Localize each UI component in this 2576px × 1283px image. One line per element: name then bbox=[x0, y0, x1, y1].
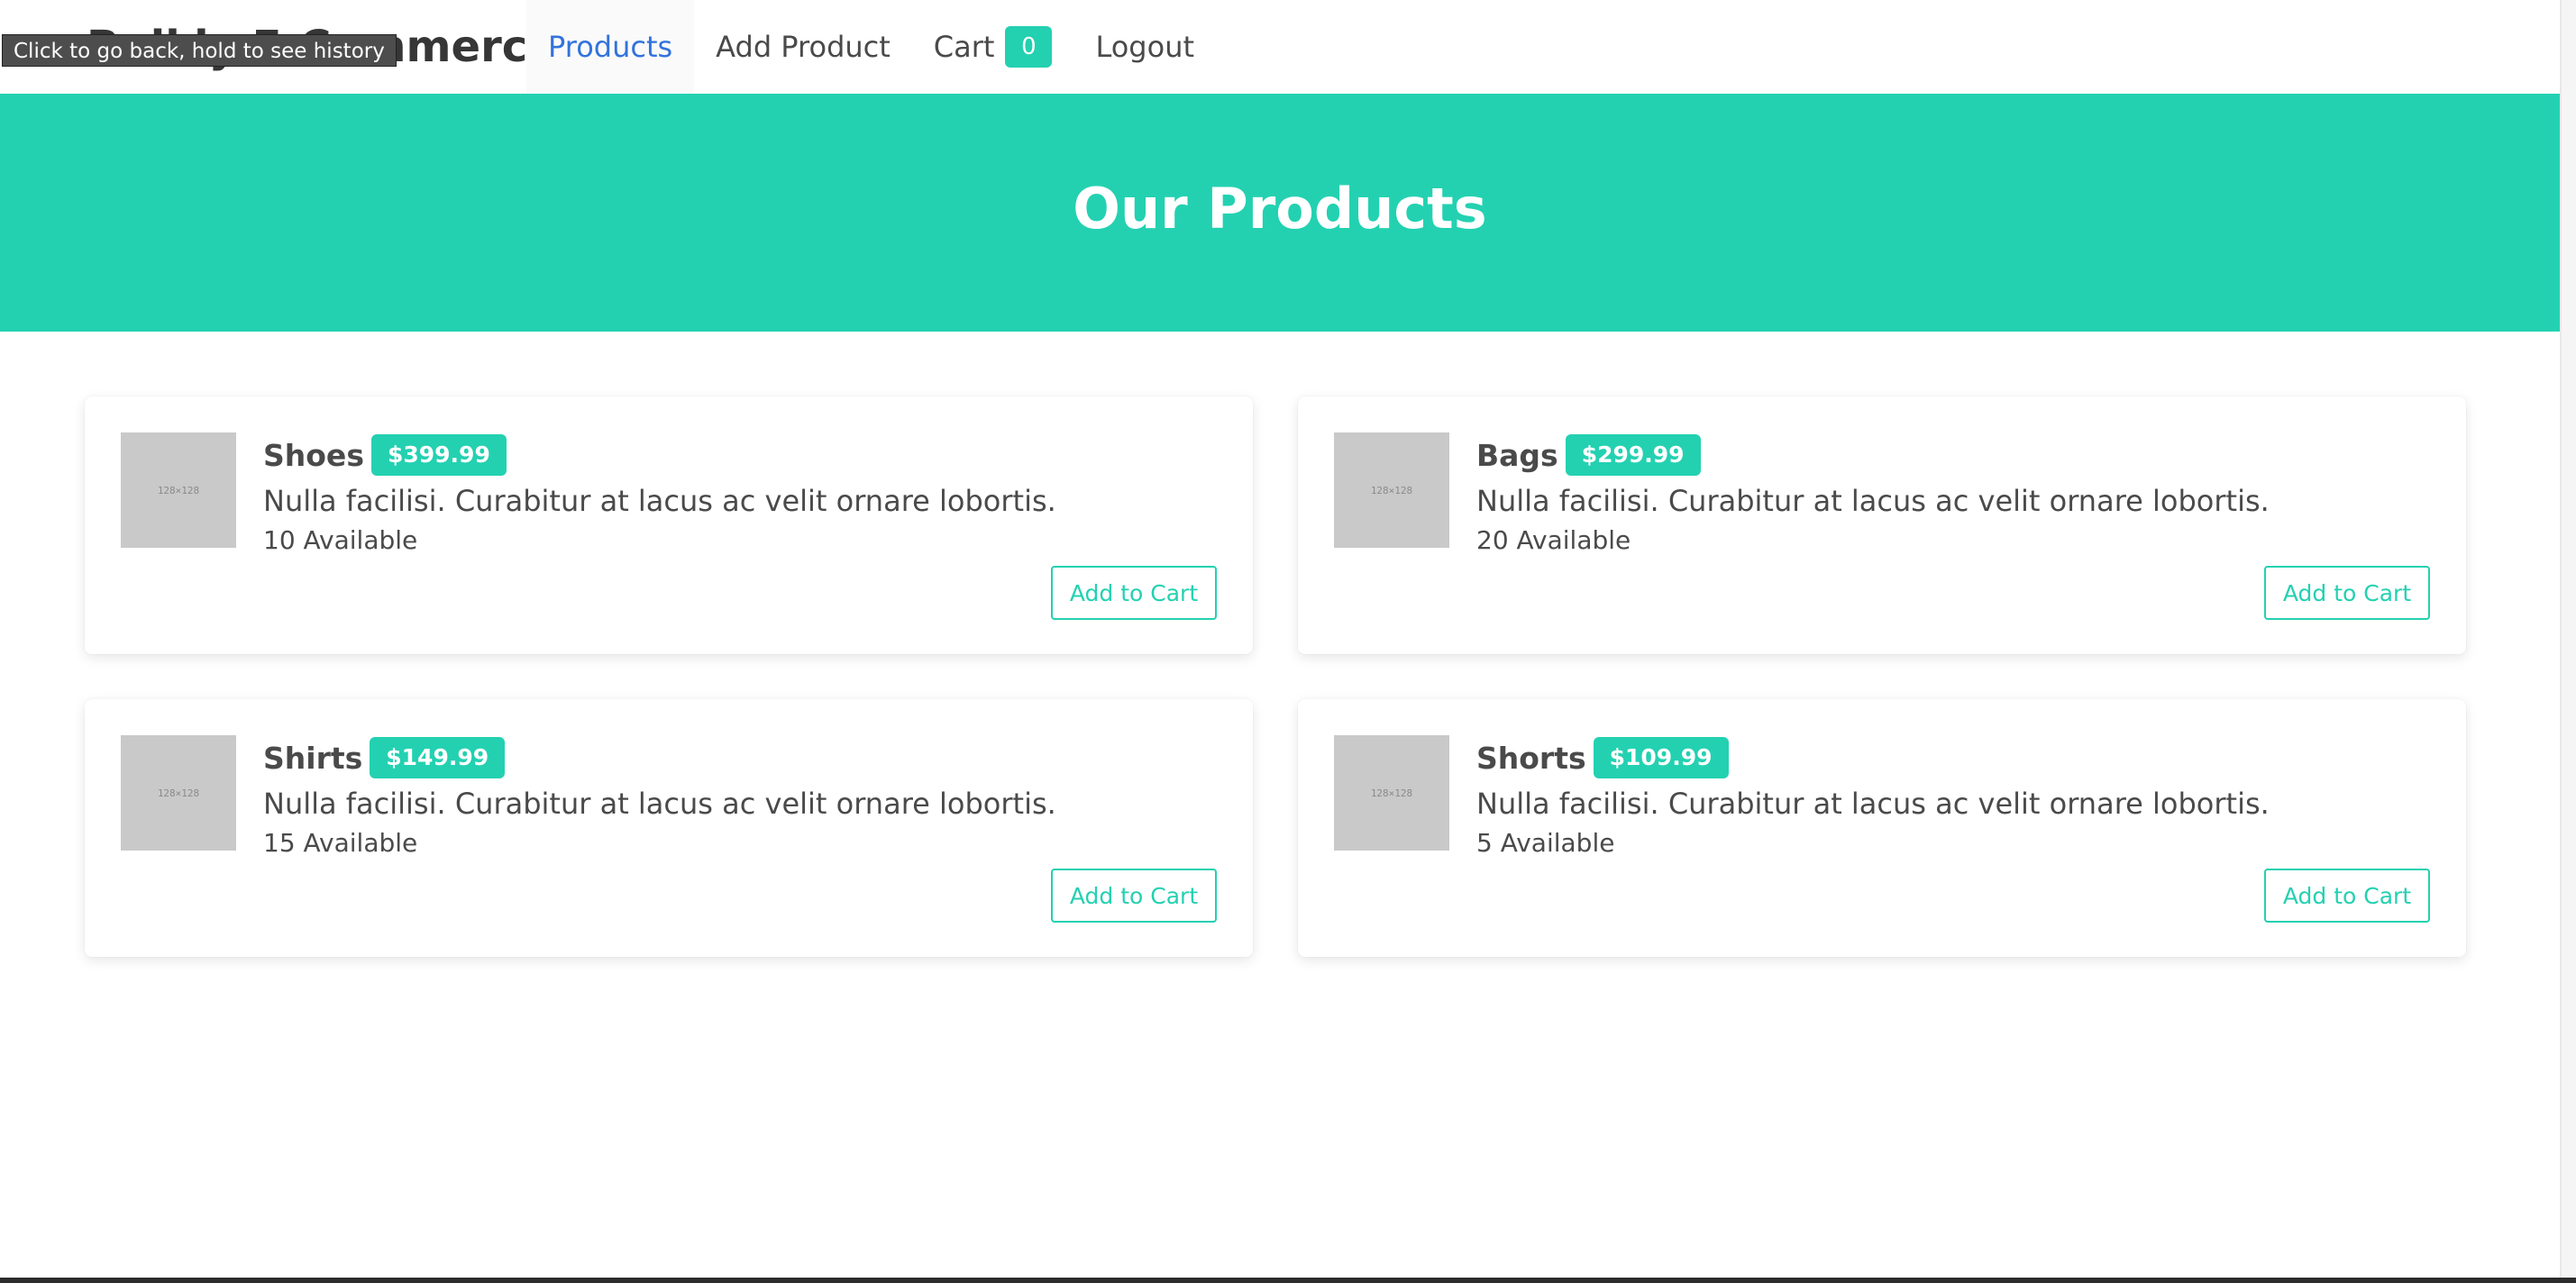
nav-menu: Products Add Product Cart 0 Logout bbox=[526, 0, 1216, 94]
price-tag: $299.99 bbox=[1565, 434, 1701, 476]
product-card: 128×128 Shorts $109.99 Nulla facilisi. C… bbox=[1298, 699, 2466, 957]
product-name: Bags bbox=[1476, 437, 1558, 473]
price-tag: $149.99 bbox=[370, 737, 506, 778]
product-image-placeholder: 128×128 bbox=[1334, 432, 1449, 548]
price-tag: $109.99 bbox=[1593, 737, 1729, 778]
add-to-cart-button[interactable]: Add to Cart bbox=[1051, 869, 1217, 923]
page: Bulkly E-Commerce Products Add Product C… bbox=[0, 0, 2576, 1283]
product-grid: 128×128 Shoes $399.99 Nulla facilisi. Cu… bbox=[85, 396, 2466, 957]
image-size-label: 128×128 bbox=[157, 787, 200, 799]
page-title: Our Products bbox=[1073, 175, 1487, 241]
product-title-row: Shoes $399.99 bbox=[263, 432, 1217, 478]
product-description: Nulla facilisi. Curabitur at lacus ac ve… bbox=[263, 787, 1056, 821]
product-card: 128×128 Shoes $399.99 Nulla facilisi. Cu… bbox=[85, 396, 1253, 654]
nav-item-cart[interactable]: Cart 0 bbox=[912, 0, 1074, 94]
cart-count-badge: 0 bbox=[1005, 26, 1053, 68]
nav-item-products[interactable]: Products bbox=[526, 0, 695, 94]
product-name: Shorts bbox=[1476, 740, 1586, 776]
product-title-row: Shirts $149.99 bbox=[263, 735, 1217, 780]
nav-item-label: Cart bbox=[933, 30, 995, 64]
nav-item-add-product[interactable]: Add Product bbox=[694, 0, 912, 94]
window-edge-bottom bbox=[0, 1278, 2576, 1283]
hero-banner: Our Products bbox=[0, 94, 2560, 332]
window-edge-right bbox=[2560, 0, 2576, 1283]
product-title-row: Shorts $109.99 bbox=[1476, 735, 2430, 780]
nav-item-label: Products bbox=[548, 30, 673, 64]
add-to-cart-button[interactable]: Add to Cart bbox=[2264, 566, 2430, 620]
product-info: Shirts $149.99 Nulla facilisi. Curabitur… bbox=[263, 735, 1217, 861]
price-tag: $399.99 bbox=[370, 434, 507, 476]
back-button-tooltip: Click to go back, hold to see history bbox=[2, 34, 397, 67]
product-image-placeholder: 128×128 bbox=[121, 432, 236, 548]
image-size-label: 128×128 bbox=[1370, 787, 1413, 799]
product-info: Bags $299.99 Nulla facilisi. Curabitur a… bbox=[1476, 432, 2430, 559]
add-to-cart-button[interactable]: Add to Cart bbox=[2264, 869, 2430, 923]
nav-item-logout[interactable]: Logout bbox=[1073, 0, 1216, 94]
stock-count: 5 Available bbox=[1476, 828, 1615, 858]
image-size-label: 128×128 bbox=[1370, 484, 1413, 496]
add-to-cart-button[interactable]: Add to Cart bbox=[1051, 566, 1217, 620]
product-image-placeholder: 128×128 bbox=[1334, 735, 1449, 851]
product-description: Nulla facilisi. Curabitur at lacus ac ve… bbox=[1476, 484, 2270, 518]
product-card: 128×128 Bags $299.99 Nulla facilisi. Cur… bbox=[1298, 396, 2466, 654]
stock-count: 15 Available bbox=[263, 828, 418, 858]
stock-count: 10 Available bbox=[263, 525, 418, 555]
product-info: Shorts $109.99 Nulla facilisi. Curabitur… bbox=[1476, 735, 2430, 861]
product-info: Shoes $399.99 Nulla facilisi. Curabitur … bbox=[263, 432, 1217, 559]
product-description: Nulla facilisi. Curabitur at lacus ac ve… bbox=[1476, 787, 2270, 821]
product-description: Nulla facilisi. Curabitur at lacus ac ve… bbox=[263, 484, 1056, 518]
product-title-row: Bags $299.99 bbox=[1476, 432, 2430, 478]
stock-count: 20 Available bbox=[1476, 525, 1631, 555]
nav-item-label: Logout bbox=[1095, 30, 1195, 64]
nav-item-label: Add Product bbox=[716, 30, 891, 64]
product-name: Shoes bbox=[263, 437, 364, 473]
image-size-label: 128×128 bbox=[157, 484, 200, 496]
product-image-placeholder: 128×128 bbox=[121, 735, 236, 851]
product-name: Shirts bbox=[263, 740, 363, 776]
product-card: 128×128 Shirts $149.99 Nulla facilisi. C… bbox=[85, 699, 1253, 957]
